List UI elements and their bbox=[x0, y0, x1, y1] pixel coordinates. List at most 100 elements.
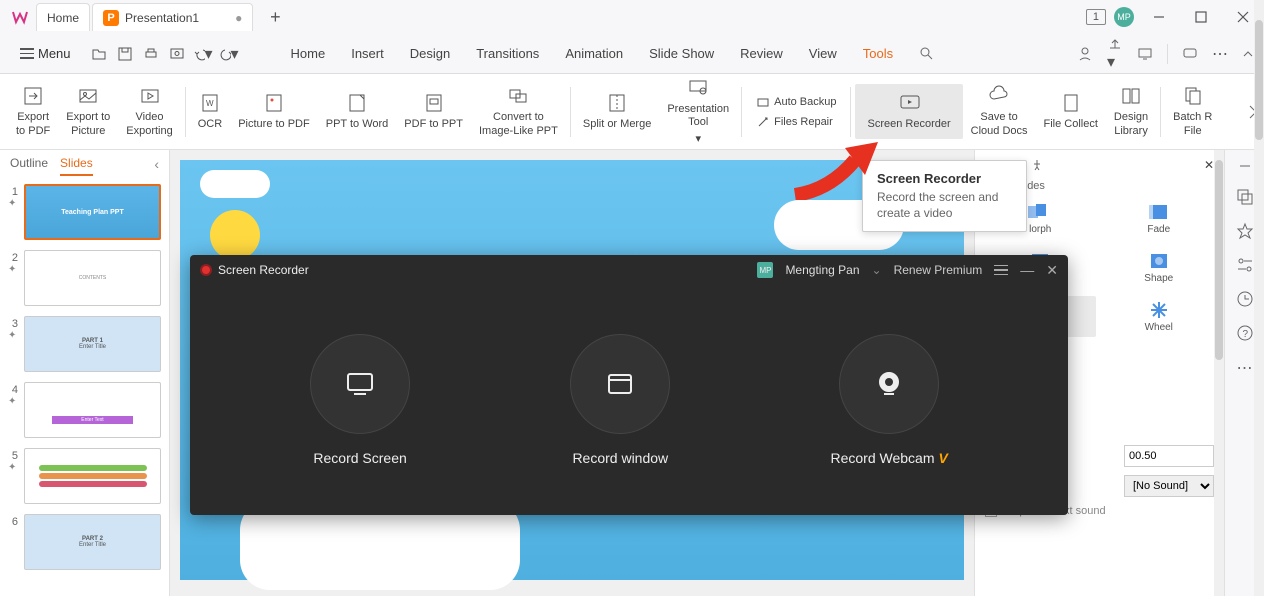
batch-button[interactable]: Batch R File bbox=[1165, 81, 1220, 141]
renew-premium-link[interactable]: Renew Premium bbox=[894, 263, 983, 277]
trans-fade[interactable]: Fade bbox=[1104, 198, 1215, 239]
tab-file-label: Presentation1 bbox=[125, 11, 199, 25]
recorder-minimize-button[interactable]: — bbox=[1020, 262, 1034, 278]
slide-row[interactable]: 4✦ Enter Text bbox=[8, 382, 161, 438]
user-avatar[interactable]: MP bbox=[1114, 7, 1134, 27]
sun-shape bbox=[210, 210, 260, 260]
redo-icon[interactable]: ▾ bbox=[219, 44, 239, 64]
collapse-rail-icon[interactable] bbox=[1239, 160, 1251, 172]
scrollbar[interactable] bbox=[1214, 150, 1224, 596]
slide-thumb-1[interactable]: Teaching Plan PPT bbox=[24, 184, 161, 240]
slide-thumb-4[interactable]: Enter Text bbox=[24, 382, 161, 438]
ocr-button[interactable]: WOCR bbox=[190, 88, 230, 135]
screen-icon[interactable] bbox=[1137, 46, 1153, 62]
video-export-button[interactable]: Video Exporting bbox=[118, 81, 180, 141]
add-tab-button[interactable]: + bbox=[263, 5, 287, 29]
more-rail-icon[interactable]: ⋯ bbox=[1237, 358, 1253, 378]
screen-recorder-button[interactable]: Screen Recorder bbox=[855, 84, 962, 139]
speed-input[interactable] bbox=[1124, 445, 1214, 467]
presentation-icon: P bbox=[103, 10, 119, 26]
record-webcam-option[interactable]: Record WebcamV bbox=[831, 334, 948, 466]
chat-icon[interactable] bbox=[1182, 46, 1198, 62]
slide-thumb-5[interactable] bbox=[24, 448, 161, 504]
print-icon[interactable] bbox=[141, 44, 161, 64]
record-screen-option[interactable]: Record Screen bbox=[310, 334, 410, 466]
slide-row[interactable]: 2✦ CONTENTS bbox=[8, 250, 161, 306]
slides-list[interactable]: 1✦ Teaching Plan PPT 2✦ CONTENTS 3✦ PART… bbox=[0, 176, 169, 596]
undo-icon[interactable]: ▾ bbox=[193, 44, 213, 64]
maximize-button[interactable] bbox=[1184, 3, 1218, 31]
user-icon[interactable] bbox=[1077, 46, 1093, 62]
record-window-option[interactable]: Record window bbox=[570, 334, 670, 466]
ppt-to-word-button[interactable]: PPT to Word bbox=[318, 88, 397, 135]
file-collect-button[interactable]: File Collect bbox=[1036, 88, 1106, 135]
design-library-button[interactable]: Design Library bbox=[1106, 81, 1156, 141]
slide-row[interactable]: 1✦ Teaching Plan PPT bbox=[8, 184, 161, 240]
slide-row[interactable]: 5✦ bbox=[8, 448, 161, 504]
scrollbar[interactable] bbox=[1254, 0, 1264, 596]
more-icon[interactable]: ⋯ bbox=[1212, 44, 1228, 64]
slide-thumb-2[interactable]: CONTENTS bbox=[24, 250, 161, 306]
recorder-icon bbox=[898, 92, 920, 114]
presentation-tool-button[interactable]: Presentation Tool▾ bbox=[659, 73, 737, 151]
convert-img-button[interactable]: Convert to Image-Like PPT bbox=[471, 81, 566, 141]
export-picture-button[interactable]: Export to Picture bbox=[58, 81, 118, 141]
save-icon[interactable] bbox=[115, 44, 135, 64]
trans-wheel[interactable]: Wheel bbox=[1104, 296, 1215, 337]
chevron-down-icon[interactable]: ⌄ bbox=[872, 263, 882, 277]
pres-tool-icon bbox=[687, 77, 709, 99]
save-cloud-button[interactable]: Save to Cloud Docs bbox=[963, 81, 1036, 141]
minimize-button[interactable] bbox=[1142, 3, 1176, 31]
tab-view[interactable]: View bbox=[797, 38, 849, 69]
menu-button[interactable]: Menu bbox=[10, 42, 81, 65]
help-icon[interactable]: ? bbox=[1236, 324, 1254, 342]
tab-review[interactable]: Review bbox=[728, 38, 795, 69]
tab-animation[interactable]: Animation bbox=[553, 38, 635, 69]
layers-icon[interactable] bbox=[1236, 188, 1254, 206]
settings-icon[interactable] bbox=[1236, 256, 1254, 274]
scrollbar-thumb[interactable] bbox=[1215, 160, 1223, 360]
tab-transitions[interactable]: Transitions bbox=[464, 38, 551, 69]
share-icon[interactable]: ▾ bbox=[1107, 36, 1123, 72]
notification-badge[interactable]: 1 bbox=[1086, 9, 1106, 25]
search-icon[interactable] bbox=[907, 38, 945, 69]
slide-row[interactable]: 3✦ PART 1Enter Title bbox=[8, 316, 161, 372]
menu-bar: Menu ▾ ▾ Home Insert Design Transitions … bbox=[0, 34, 1264, 74]
files-repair-button[interactable]: Files Repair bbox=[754, 113, 838, 131]
tab-design[interactable]: Design bbox=[398, 38, 462, 69]
recorder-options: Record Screen Record window Record Webca… bbox=[190, 285, 1068, 515]
slide-row[interactable]: 6 PART 2Enter Title bbox=[8, 514, 161, 570]
auto-backup-button[interactable]: Auto Backup bbox=[754, 93, 838, 111]
tab-slideshow[interactable]: Slide Show bbox=[637, 38, 726, 69]
sound-select[interactable]: [No Sound] bbox=[1124, 475, 1214, 497]
collapse-ribbon-icon[interactable] bbox=[1242, 48, 1254, 60]
convert-icon bbox=[507, 85, 529, 107]
star-icon[interactable] bbox=[1236, 222, 1254, 240]
export-pdf-button[interactable]: Export to PDF bbox=[8, 81, 58, 141]
tab-file[interactable]: P Presentation1 ● bbox=[92, 3, 253, 31]
slide-thumb-3[interactable]: PART 1Enter Title bbox=[24, 316, 161, 372]
svg-text:W: W bbox=[206, 99, 214, 108]
close-panel-icon[interactable]: ✕ bbox=[1204, 158, 1214, 172]
recorder-close-button[interactable]: ✕ bbox=[1046, 262, 1058, 279]
scrollbar-thumb[interactable] bbox=[1255, 20, 1263, 140]
tab-home-ribbon[interactable]: Home bbox=[279, 38, 338, 69]
open-icon[interactable] bbox=[89, 44, 109, 64]
trans-shape[interactable]: Shape bbox=[1104, 247, 1215, 288]
recorder-titlebar[interactable]: Screen Recorder MP Mengting Pan ⌄ Renew … bbox=[190, 255, 1068, 285]
tab-tools[interactable]: Tools bbox=[851, 38, 905, 69]
slides-tab[interactable]: Slides bbox=[60, 156, 93, 176]
pic-to-pdf-button[interactable]: Picture to PDF bbox=[230, 88, 318, 135]
tooltip-desc: Record the screen and create a video bbox=[877, 190, 1012, 221]
recorder-menu-icon[interactable] bbox=[994, 265, 1008, 276]
slide-thumb-6[interactable]: PART 2Enter Title bbox=[24, 514, 161, 570]
pin-icon[interactable] bbox=[1031, 159, 1043, 171]
history-icon[interactable] bbox=[1236, 290, 1254, 308]
split-merge-button[interactable]: Split or Merge bbox=[575, 88, 659, 135]
collapse-panel-icon[interactable]: ‹ bbox=[154, 156, 159, 176]
preview-icon[interactable] bbox=[167, 44, 187, 64]
tab-insert[interactable]: Insert bbox=[339, 38, 396, 69]
outline-tab[interactable]: Outline bbox=[10, 156, 48, 176]
pdf-to-ppt-button[interactable]: PDF to PPT bbox=[396, 88, 471, 135]
tab-home[interactable]: Home bbox=[36, 3, 90, 31]
